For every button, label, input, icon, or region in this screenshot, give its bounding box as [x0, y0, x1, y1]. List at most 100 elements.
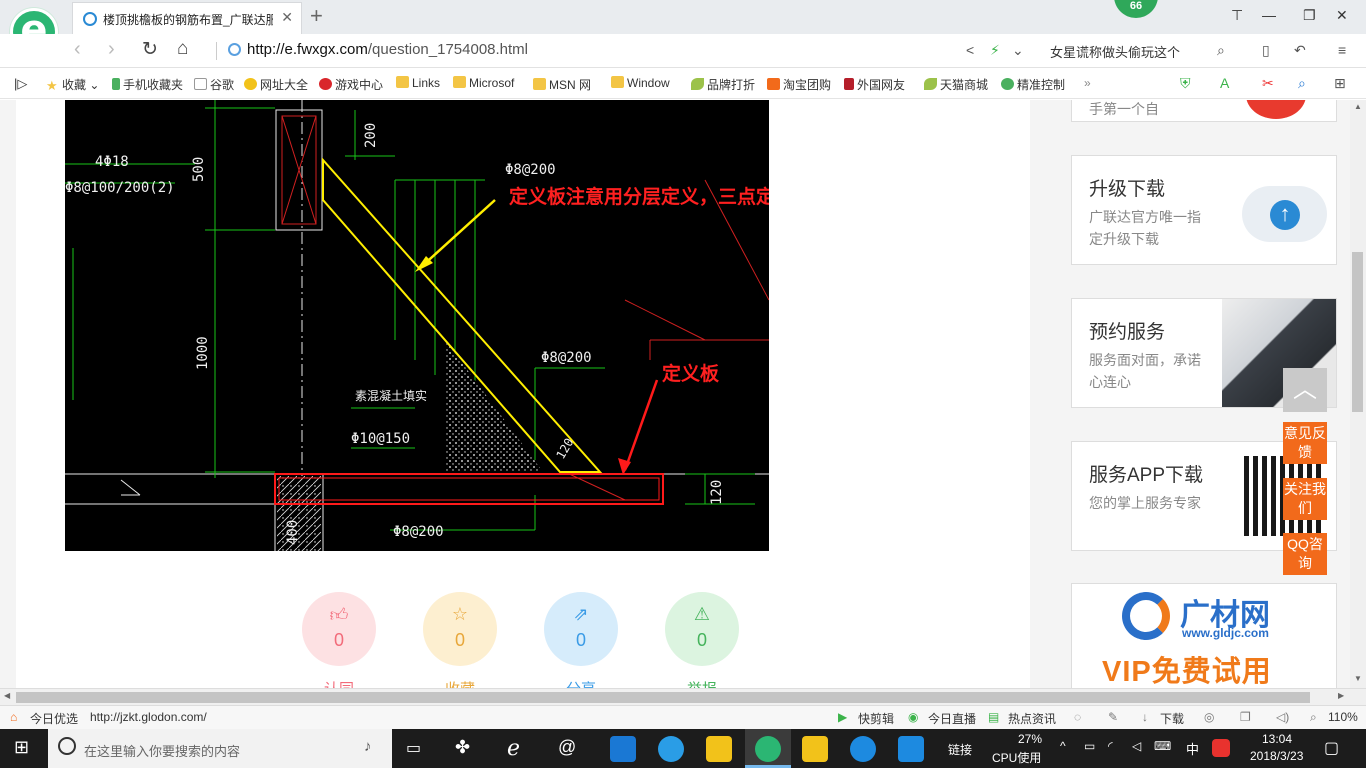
chevron-down-icon[interactable]: ⌄ [1012, 42, 1024, 59]
apps-grid-icon[interactable]: ⊞ [1334, 75, 1346, 92]
speed-icon[interactable]: ◌ [1074, 710, 1081, 724]
shirt-skin-icon[interactable]: ⊤ [1231, 7, 1243, 24]
edge-icon[interactable] [610, 736, 636, 762]
bookmark-item[interactable]: 天猫商城 [924, 76, 988, 93]
gift-icon[interactable]: ⌂ [10, 710, 17, 724]
partial-card[interactable]: 手第一个自 [1071, 100, 1337, 122]
links-toolbar[interactable]: 链接 [948, 741, 972, 758]
dim-label: 200 [363, 123, 379, 148]
new-tab-button[interactable]: + [310, 3, 323, 29]
shield-icon[interactable]: ⛨ [1180, 75, 1191, 92]
battery-icon[interactable]: ▭ [1084, 739, 1095, 753]
scissors-icon[interactable]: ✂ [1262, 75, 1274, 92]
bookmark-item[interactable]: 外国网友 [844, 76, 905, 93]
live-icon[interactable]: ◉ [908, 710, 918, 724]
horizontal-scrollbar[interactable]: ◀ ▶ [0, 688, 1366, 705]
ie-e-icon[interactable]: ℯ [507, 735, 520, 761]
show-hidden-icons-icon[interactable]: ^ [1060, 739, 1066, 753]
internet-explorer-icon[interactable] [658, 736, 684, 762]
windows-start-icon[interactable]: ⊞ [14, 737, 29, 758]
search-suggestion[interactable]: 女星谎称做头偷玩这个 [1050, 42, 1180, 61]
agree-button[interactable]: 👍︎ 0 认同 [302, 592, 376, 688]
zoom-level[interactable]: 110% [1328, 710, 1358, 724]
task-view-icon[interactable]: ▭ [406, 738, 421, 758]
more-bookmarks-icon[interactable]: » [1084, 76, 1091, 90]
shield-icon[interactable]: ◎ [1204, 710, 1214, 724]
share-button[interactable]: ⇗ 0 分享 [544, 592, 618, 688]
horizontal-scroll-thumb[interactable] [16, 692, 1310, 703]
notification-center-icon[interactable]: ▢ [1324, 738, 1339, 758]
volume-icon[interactable]: ◁ [1132, 739, 1141, 753]
report-button[interactable]: ⚠ 0 举报 [665, 592, 739, 688]
bookmark-item[interactable]: Microsof [453, 76, 514, 90]
spiral-app-icon[interactable]: @ [558, 737, 576, 758]
search-icon[interactable]: ⌕ [1217, 42, 1225, 59]
sidebar-toggle-icon[interactable]: |▷ [14, 76, 27, 92]
url-field[interactable]: http://e.fwxgx.com/question_1754008.html [247, 41, 528, 58]
back-to-top-button[interactable]: ︿ [1283, 368, 1327, 412]
back-button[interactable]: ‹ [74, 38, 81, 61]
home-button[interactable]: ⌂ [177, 38, 188, 60]
upgrade-download-card[interactable]: 升级下载 广联达官方唯一指定升级下载 ↑ [1071, 155, 1337, 265]
minimize-button[interactable]: — [1262, 7, 1276, 23]
restore-button[interactable]: ❐ [1303, 7, 1316, 24]
bookmark-item[interactable]: ★ 收藏 ⌄ [46, 76, 99, 93]
ime-indicator[interactable]: 中 [1186, 739, 1199, 758]
file-explorer-icon[interactable] [706, 736, 732, 762]
share-icon[interactable]: < [966, 42, 974, 58]
undo-icon[interactable]: ↶ [1294, 42, 1306, 59]
news-link[interactable]: 热点资讯 [1008, 710, 1056, 727]
bookmark-item[interactable]: Window [611, 76, 670, 90]
download-icon[interactable]: ↓ [1142, 710, 1148, 724]
menu-icon[interactable]: ≡ [1338, 42, 1346, 58]
live-link[interactable]: 今日直播 [928, 710, 976, 727]
bookmark-item[interactable]: 淘宝团购 [767, 76, 831, 93]
bookmark-item[interactable]: 网址大全 [244, 76, 308, 93]
vertical-scroll-thumb[interactable] [1352, 252, 1363, 412]
wifi-icon[interactable]: ◜ [1108, 739, 1113, 753]
video-edit-icon[interactable]: ▶ [838, 710, 847, 724]
bookmark-item[interactable]: 精准控制 [1001, 76, 1065, 93]
bookmark-item[interactable]: 手机收藏夹 [112, 76, 183, 93]
bookmark-item[interactable]: 谷歌 [194, 76, 234, 93]
qq-consult-button[interactable]: QQ咨询 [1283, 533, 1327, 575]
glodon-app-icon[interactable] [850, 736, 876, 762]
close-tab-icon[interactable]: ✕ [281, 9, 293, 26]
clock-date[interactable]: 2018/3/23 [1250, 749, 1303, 763]
zoom-icon[interactable]: ⌕ [1310, 710, 1317, 725]
notes-app-icon[interactable] [802, 736, 828, 762]
window-icon[interactable]: ❐ [1240, 710, 1251, 724]
lightning-icon[interactable]: ⚡ [990, 42, 1000, 59]
pin-icon[interactable]: ✎ [1108, 710, 1118, 724]
bookmark-item[interactable]: Links [396, 76, 440, 90]
gldjc-ad-card[interactable]: 广材网 www.gldjc.com VIP免费试用 [1071, 583, 1337, 688]
microphone-icon[interactable]: ♪ [364, 738, 372, 755]
bookmark-item[interactable]: 游戏中心 [319, 76, 383, 93]
taskbar-search[interactable]: 在这里输入你要搜索的内容 ♪ [48, 729, 392, 768]
close-window-button[interactable]: ✕ [1336, 7, 1348, 24]
today-picks-link[interactable]: 今日优选 [30, 710, 78, 727]
browser-tab[interactable]: 楼顶挑檐板的钢筋布置_广联达服 ✕ [72, 2, 302, 34]
bookmark-item[interactable]: MSN 网 [533, 76, 591, 93]
notification-badge[interactable]: 66 [1114, 0, 1158, 18]
clock-time[interactable]: 13:04 [1262, 732, 1292, 746]
news-icon[interactable]: ▤ [988, 710, 999, 724]
bookmark-item[interactable]: 品牌打折 [691, 76, 755, 93]
sound-icon[interactable]: ◁) [1276, 710, 1289, 724]
zoom-icon[interactable]: ⌕ [1298, 75, 1306, 92]
favorite-button[interactable]: ☆ 0 收藏 [423, 592, 497, 688]
translate-icon[interactable]: A [1220, 75, 1229, 91]
download-link[interactable]: 下载 [1160, 710, 1184, 727]
feedback-button[interactable]: 意见反馈 [1283, 422, 1327, 464]
plus-app-icon[interactable] [898, 736, 924, 762]
follow-us-button[interactable]: 关注我们 [1283, 478, 1327, 520]
fan-app-icon[interactable]: ✤ [455, 737, 470, 758]
forward-button[interactable]: › [108, 38, 115, 61]
sogou-icon[interactable] [1212, 739, 1230, 757]
reload-button[interactable]: ↻ [142, 38, 158, 61]
keyboard-icon[interactable]: ⌨ [1154, 739, 1171, 753]
active-browser-task[interactable] [745, 729, 791, 768]
quick-edit-link[interactable]: 快剪辑 [858, 710, 894, 727]
mobile-icon[interactable]: ▯ [1262, 42, 1270, 59]
vertical-scrollbar[interactable]: ▲ ▼ [1350, 100, 1366, 688]
